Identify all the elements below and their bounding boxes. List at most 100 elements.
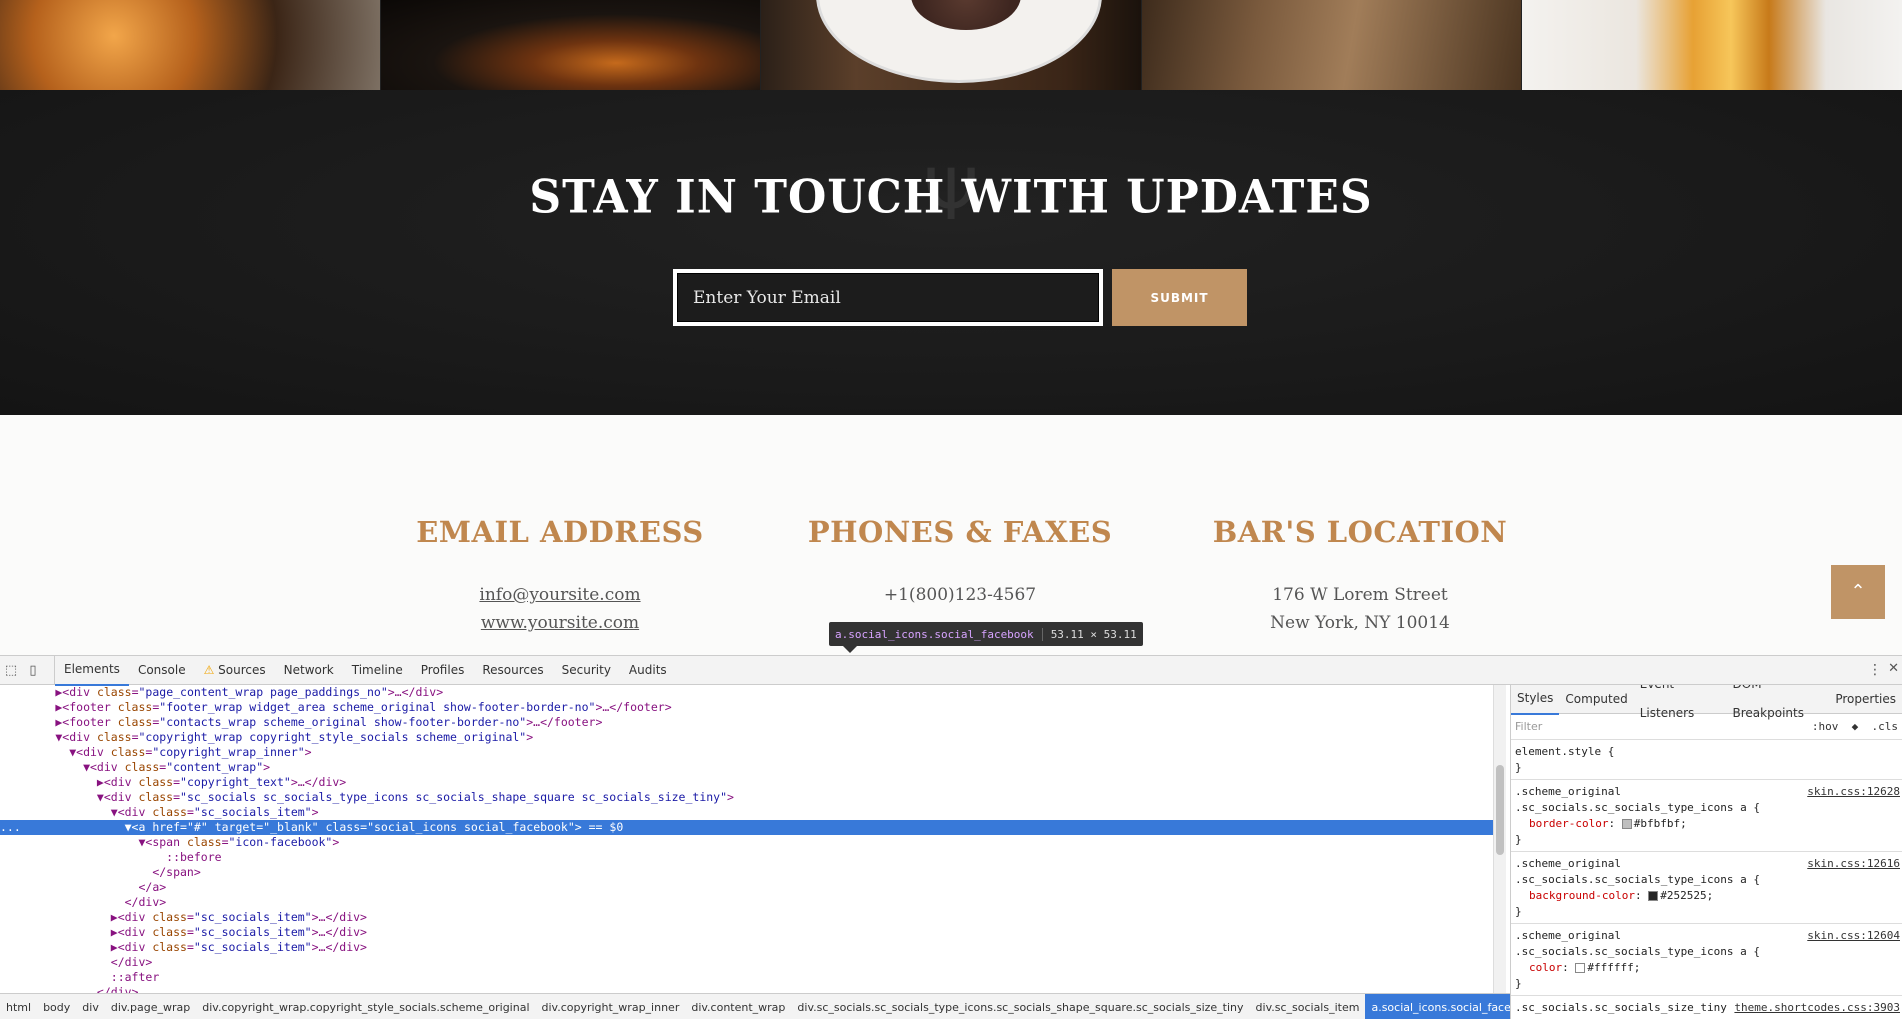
dom-node[interactable]: </div> [0,895,1495,910]
email-input[interactable] [677,273,1099,322]
device-mode-icon[interactable]: ▯ [22,663,44,678]
rule-property[interactable]: background-color: #252525; [1515,888,1898,904]
close-icon[interactable]: ✕ [1888,661,1899,676]
color-swatch[interactable] [1621,819,1632,829]
rule-source-link[interactable]: skin.css:12628 [1807,784,1900,800]
tab-timeline[interactable]: Timeline [343,656,412,685]
warning-icon: ⚠ [203,662,219,677]
color-swatch[interactable] [1575,963,1586,973]
phones-column: PHONES & FAXES +1(800)123-4567 [780,515,1140,609]
breadcrumb-item[interactable]: div.sc_socials_item [1250,994,1366,1019]
rule-close-brace: } [1515,905,1522,918]
elements-tree[interactable]: ▶<div class="page_content_wrap page_padd… [0,685,1495,993]
breadcrumb: html body div div.page_wrap div.copyright_wr… [0,993,1510,1019]
dom-node[interactable]: ▶<div class="sc_socials_item">…</div> [0,910,1495,925]
style-rule[interactable]: .scheme_original .sc_socials.sc_socials_… [1511,780,1902,852]
filter-input[interactable]: Filter [1515,720,1542,733]
rule-source-link[interactable]: skin.css:12616 [1807,856,1900,872]
phones-title: PHONES & FAXES [807,515,1113,549]
newsletter-section: Ψ STAY IN TOUCH WITH UPDATES SUBMIT [0,90,1902,415]
styles-pane: StylesComputedEvent ListenersDOM Breakpo… [1510,685,1902,1019]
style-rule[interactable]: .scheme_original .sc_socials.sc_socials_… [1511,924,1902,996]
dom-node[interactable]: ::after [0,970,1495,985]
inspect-element-icon[interactable]: ⬚ [0,663,22,678]
devtools-panel: ⬚ ▯ Elements Console ⚠ Sources Network Timel… [0,655,1902,1019]
website-link[interactable]: www.yoursite.com [481,613,639,633]
tab-network[interactable]: Network [275,656,343,685]
dom-node[interactable]: ::before [0,850,1495,865]
dom-node[interactable]: ▶<div class="copyright_text">…</div> [0,775,1495,790]
dom-node[interactable]: ▼<div class="copyright_wrap copyright_st… [0,730,1495,745]
property-value: #252525; [1660,889,1714,902]
inspect-tooltip: a.social_icons.social_facebook 53.11 × 5… [829,622,1143,653]
submit-button[interactable]: SUBMIT [1112,269,1247,326]
color-swatch[interactable] [1648,891,1659,901]
hov-toggle[interactable]: :hov [1812,720,1839,733]
dom-node[interactable]: ▶<div class="page_content_wrap page_padd… [0,685,1495,700]
dom-node[interactable]: ▼<div class="content_wrap"> [0,760,1495,775]
dom-node[interactable]: ▼<span class="icon-facebook"> [0,835,1495,850]
breadcrumb-item[interactable]: div.page_wrap [105,994,196,1019]
email-link[interactable]: info@yoursite.com [479,585,640,605]
email-title: EMAIL ADDRESS [416,515,704,549]
cls-toggle[interactable]: .cls [1872,720,1899,733]
photo-beer-glass [1522,0,1902,90]
rule-source-link[interactable]: theme.shortcodes.css:3903 [1734,1000,1900,1016]
dom-node[interactable]: </span> [0,865,1495,880]
rule-close-brace: } [1515,977,1522,990]
rule-property[interactable]: border-color: #bfbfbf; [1515,816,1898,832]
dom-node[interactable]: ▼<div class="sc_socials_item"> [0,805,1495,820]
breadcrumb-item[interactable]: html [0,994,37,1019]
contacts-section: EMAIL ADDRESS info@yoursite.com www.your… [0,415,1902,655]
tooltip-selector: a.social_icons.social_facebook [835,627,1034,641]
breadcrumb-item[interactable]: a.social_icons.social_facebook [1365,994,1510,1019]
dom-node[interactable]: ▶<footer class="contacts_wrap scheme_ori… [0,715,1495,730]
dom-node[interactable]: </div> [0,985,1495,993]
sidebar-tabs: StylesComputedEvent ListenersDOM Breakpo… [1511,685,1902,720]
tab-security[interactable]: Security [553,656,620,685]
rule-close-brace: } [1515,833,1522,846]
dom-node[interactable]: </div> [0,955,1495,970]
more-menu-icon[interactable]: ⋮ [1868,662,1882,678]
rule-source-link[interactable]: skin.css:12604 [1807,928,1900,944]
breadcrumb-item[interactable]: div.sc_socials.sc_socials_type_icons.sc_… [791,994,1249,1019]
tab-resources[interactable]: Resources [473,656,552,685]
photo-steak-plate [761,0,1142,90]
property-value: #ffffff; [1587,961,1641,974]
breadcrumb-item[interactable]: div [76,994,105,1019]
photo-whiskey-tumbler [380,0,762,90]
location-column: BAR'S LOCATION 176 W Lorem Street New Yo… [1180,515,1540,637]
location-title: BAR'S LOCATION [1212,515,1508,549]
style-rule[interactable]: element.style {} [1511,740,1902,780]
sidebar-tab-styles[interactable]: Styles [1511,685,1560,715]
style-rule[interactable]: .scheme_original .sc_socials.sc_socials_… [1511,852,1902,924]
scrollbar-thumb[interactable] [1496,765,1504,855]
sidebar-tab-properties[interactable]: Properties [1829,685,1902,714]
dom-node[interactable]: ▶<div class="sc_socials_item">…</div> [0,925,1495,940]
breadcrumb-item[interactable]: body [37,994,76,1019]
sidebar-tab-computed[interactable]: Computed [1559,685,1633,714]
tab-elements[interactable]: Elements [55,655,129,686]
breadcrumb-item[interactable]: div.copyright_wrap_inner [536,994,686,1019]
scroll-to-top-button[interactable]: ⌃ [1831,565,1885,619]
tab-sources[interactable]: ⚠ Sources [195,656,275,685]
breadcrumb-item[interactable]: div.copyright_wrap.copyright_style_socia… [196,994,535,1019]
email-field-wrap [673,269,1103,326]
styles-filter[interactable]: Filter :hov ◆ .cls [1511,714,1902,740]
dom-node[interactable]: ▶<div class="sc_socials_item">…</div> [0,940,1495,955]
tab-console[interactable]: Console [129,656,195,685]
breadcrumb-item[interactable]: div.content_wrap [685,994,791,1019]
style-rule[interactable]: .sc_socials.sc_socials_size_tiny a, .sc_… [1511,996,1902,1019]
elements-scrollbar[interactable] [1493,685,1506,993]
dom-node[interactable]: ▼<div class="sc_socials sc_socials_type_… [0,790,1495,805]
rule-selector: element.style { [1515,745,1615,758]
selected-dom-node[interactable]: ... ▼<a href="#" target="_blank" class="… [0,820,1495,835]
dom-node[interactable]: ▼<div class="copyright_wrap_inner"> [0,745,1495,760]
dom-node[interactable]: ▶<footer class="footer_wrap widget_area … [0,700,1495,715]
rule-property[interactable]: color: #ffffff; [1515,960,1898,976]
tab-profiles[interactable]: Profiles [412,656,474,685]
devtools-tabs: Elements Console ⚠ Sources Network Timeline P… [54,655,676,686]
tab-audits[interactable]: Audits [620,656,676,685]
dom-node[interactable]: </a> [0,880,1495,895]
photo-bar-barrel [1141,0,1523,90]
